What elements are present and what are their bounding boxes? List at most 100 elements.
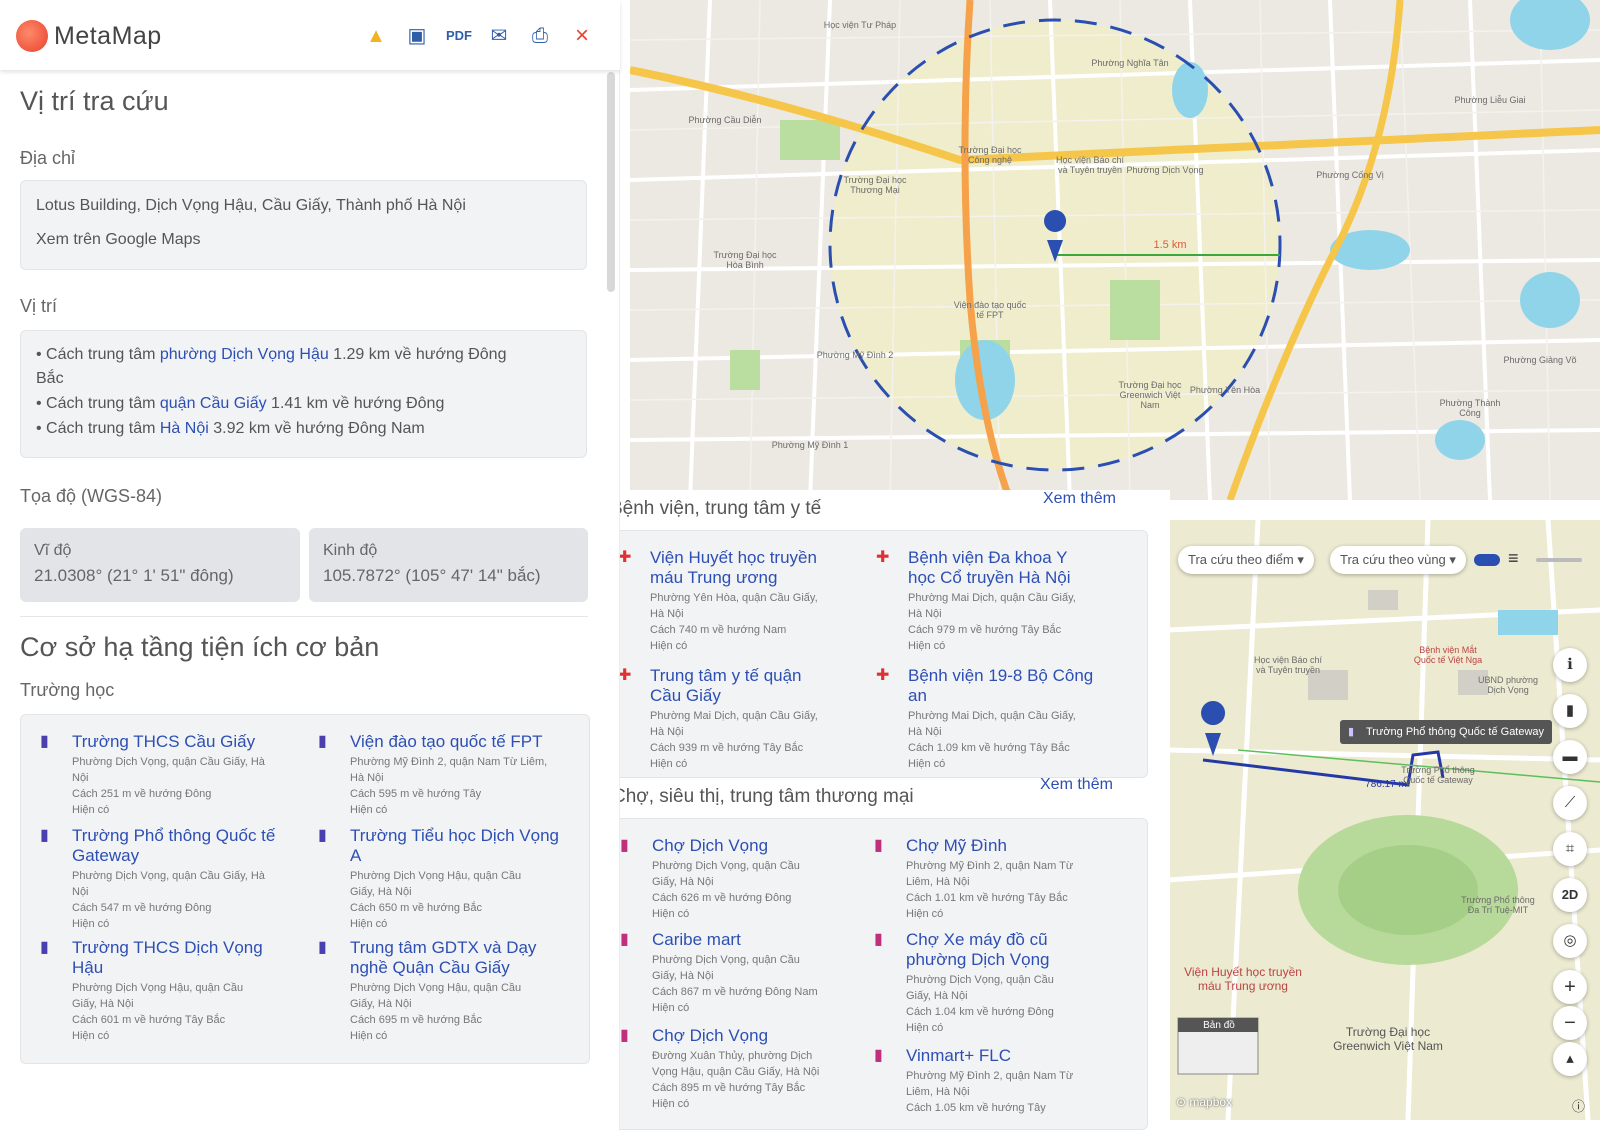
poi-name-link[interactable]: nghề Quận Cầu Giấy	[350, 958, 510, 978]
poi-detail: Liêm, Hà Nội	[906, 876, 970, 888]
map-label: Phường Giảng Võ	[1503, 355, 1577, 365]
hospitals-see-more-link[interactable]: Xem thêm	[1043, 490, 1116, 508]
poi-name-link[interactable]: Chợ Xe máy đồ cũ	[906, 930, 1048, 950]
book-icon[interactable]: ▮	[1553, 694, 1587, 728]
map-top[interactable]: 1.5 km Phường Nghĩa Tân Phường Cầu Diễn …	[630, 0, 1600, 500]
compass-icon[interactable]: ▴	[1553, 1042, 1587, 1076]
info-icon[interactable]: ℹ	[1553, 648, 1587, 682]
city-link[interactable]: Hà Nội	[160, 420, 209, 437]
poi-name-link[interactable]: Vinmart+ FLC	[906, 1046, 1011, 1066]
shopping-bag-icon: ▮	[874, 1047, 883, 1064]
shopping-bag-icon: ▮	[874, 931, 883, 948]
map-info-icon[interactable]: ⓘ	[1572, 1096, 1585, 1115]
map-label: Viện đào tạo quốc tế FPT	[953, 300, 1027, 320]
locate-icon[interactable]: ◎	[1553, 924, 1587, 958]
poi-name-link[interactable]: máu Trung ương	[650, 568, 777, 588]
close-icon[interactable]: ×	[570, 24, 594, 48]
book-icon: ▮	[318, 827, 327, 844]
poi-name-link[interactable]: Trường THCS Cầu Giấy	[72, 732, 255, 752]
poi-name-link[interactable]: Gateway	[72, 846, 139, 866]
mode-area-dropdown[interactable]: Tra cứu theo vùng ▾	[1330, 546, 1466, 574]
poi-detail: Giấy, Hà Nội	[652, 970, 714, 982]
poi-name-link[interactable]: Chợ Dịch Vọng	[652, 836, 768, 856]
poi-detail: Hiện có	[72, 804, 110, 816]
toggle-switch[interactable]	[1474, 554, 1500, 566]
position-box: • Cách trung tâm phường Dịch Vọng Hậu 1.…	[20, 330, 587, 458]
zoom-in-button[interactable]: +	[1553, 970, 1587, 1004]
longitude-label: Kinh độ	[323, 542, 378, 559]
poi-name-link[interactable]: Bệnh viện Đa khoa Y	[908, 548, 1067, 568]
poi-detail: Cách 547 m về hướng Đông	[72, 902, 212, 914]
book-icon: ▮	[1348, 726, 1355, 738]
book-icon: ▮	[40, 827, 49, 844]
ward-link[interactable]: phường Dịch Vọng Hậu	[160, 346, 329, 363]
poi-name-link[interactable]: Chợ Mỹ Đình	[906, 836, 1007, 856]
2d-toggle-button[interactable]: 2D	[1553, 878, 1587, 912]
poi-name-link[interactable]: an	[908, 686, 927, 706]
poi-name-link[interactable]: Hậu	[72, 958, 103, 978]
poi-detail: Phường Dịch Vọng, quận Cầu	[652, 954, 800, 966]
longitude-card: Kinh độ 105.7872° (105° 47' 14" bắc)	[309, 528, 588, 602]
district-link[interactable]: quận Cầu Giấy	[160, 395, 267, 412]
shopping-bag-icon: ▮	[874, 837, 883, 854]
coords-label: Tọa độ (WGS-84)	[20, 486, 163, 506]
position-prefix: Cách trung tâm	[46, 395, 160, 412]
map-label: Phường Dịch Vọng	[1126, 165, 1204, 175]
report-icon[interactable]: ▣	[405, 24, 429, 48]
zoom-out-button[interactable]: −	[1553, 1006, 1587, 1040]
poi-detail: Phường Dịch Vọng, quận Cầu	[906, 974, 1054, 986]
crop-icon[interactable]: ⌗	[1553, 832, 1587, 866]
poi-detail: Cách 626 m về hướng Đông	[652, 892, 792, 904]
poi-name-link[interactable]: Trường THCS Dịch Vọng	[72, 938, 263, 958]
map-bottom[interactable]: Viện Huyết học truyền máu Trung ương Trư…	[1168, 520, 1600, 1120]
print-icon[interactable]: ⎙	[528, 24, 552, 48]
poi-name-link[interactable]: Chợ Dịch Vọng	[652, 1026, 768, 1046]
map-label: Trường Đại học Greenwich Việt Nam	[1118, 380, 1182, 410]
opacity-slider[interactable]	[1536, 558, 1582, 562]
poi-name-link[interactable]: Trung tâm y tế quận	[650, 666, 802, 686]
poi-detail: Giấy, Hà Nội	[652, 876, 714, 888]
google-maps-link[interactable]: Xem trên Google Maps	[36, 228, 201, 252]
poi-detail: Phường Dịch Vọng, quận Cầu Giấy, Hà	[72, 870, 265, 882]
metamap-logo-icon	[16, 20, 48, 52]
ruler-icon[interactable]: ⟋	[1553, 786, 1587, 820]
address-box: Lotus Building, Dịch Vọng Hậu, Cầu Giấy,…	[20, 180, 587, 270]
poi-detail: Hiện có	[908, 758, 946, 770]
poi-detail: Phường Dịch Vọng, quận Cầu Giấy, Hà	[72, 756, 265, 768]
basemap-label[interactable]: Bản đồ	[1182, 1020, 1256, 1031]
poi-name-link[interactable]: phường Dịch Vọng	[906, 950, 1050, 970]
list-icon[interactable]: ≡	[1508, 548, 1519, 569]
route-length-label: 786.17 m	[1365, 779, 1407, 790]
poi-name-link[interactable]: Bệnh viện 19-8 Bộ Công	[908, 666, 1093, 686]
poi-detail: Cách 595 m về hướng Tây	[350, 788, 482, 800]
mode-point-dropdown[interactable]: Tra cứu theo điểm ▾	[1178, 546, 1314, 574]
poi-name-link[interactable]: Trung tâm GDTX và Dạy	[350, 938, 536, 958]
address-label: Địa chỉ	[20, 148, 76, 168]
poi-detail: Hiện có	[650, 640, 688, 652]
poi-name-link[interactable]: A	[350, 846, 361, 866]
panel-scrollbar[interactable]	[607, 72, 615, 292]
poi-detail: Hà Nội	[350, 772, 384, 784]
poi-name-link[interactable]: Trường Phổ thông Quốc tế	[72, 826, 275, 846]
markets-see-more-link[interactable]: Xem thêm	[1040, 776, 1113, 794]
warning-icon[interactable]: ▲	[364, 24, 388, 48]
book-icon: ▮	[318, 939, 327, 956]
poi-name-link[interactable]: Cầu Giấy	[650, 686, 721, 706]
email-icon[interactable]: ✉	[487, 24, 511, 48]
app-root: 1.5 km Phường Nghĩa Tân Phường Cầu Diễn …	[0, 0, 1600, 1131]
trash-icon[interactable]: ▬	[1553, 740, 1587, 774]
poi-name-link[interactable]: Caribe mart	[652, 930, 741, 950]
map-label: Phường Yên Hòa	[1189, 385, 1261, 395]
header: MetaMap ▲ ▣ PDF ✉ ⎙ ×	[0, 0, 620, 70]
address-link[interactable]: Lotus Building, Dịch Vọng Hậu, Cầu Giấy,…	[36, 194, 466, 218]
poi-name-link[interactable]: Viện đào tạo quốc tế FPT	[350, 732, 542, 752]
poi-name-link[interactable]: Trường Tiểu học Dịch Vọng	[350, 826, 559, 846]
poi-detail: Phường Mỹ Đình 2, quận Nam Từ	[906, 1070, 1074, 1082]
book-icon: ▮	[40, 939, 49, 956]
pdf-icon[interactable]: PDF	[446, 24, 472, 48]
poi-detail: Giấy, Hà Nội	[350, 886, 412, 898]
attribution-text: mapbox	[1189, 1095, 1233, 1109]
poi-name-link[interactable]: học Cổ truyền Hà Nội	[908, 568, 1071, 588]
poi-name-link[interactable]: Viện Huyết học truyền	[650, 548, 817, 568]
poi-detail: Liêm, Hà Nội	[906, 1086, 970, 1098]
